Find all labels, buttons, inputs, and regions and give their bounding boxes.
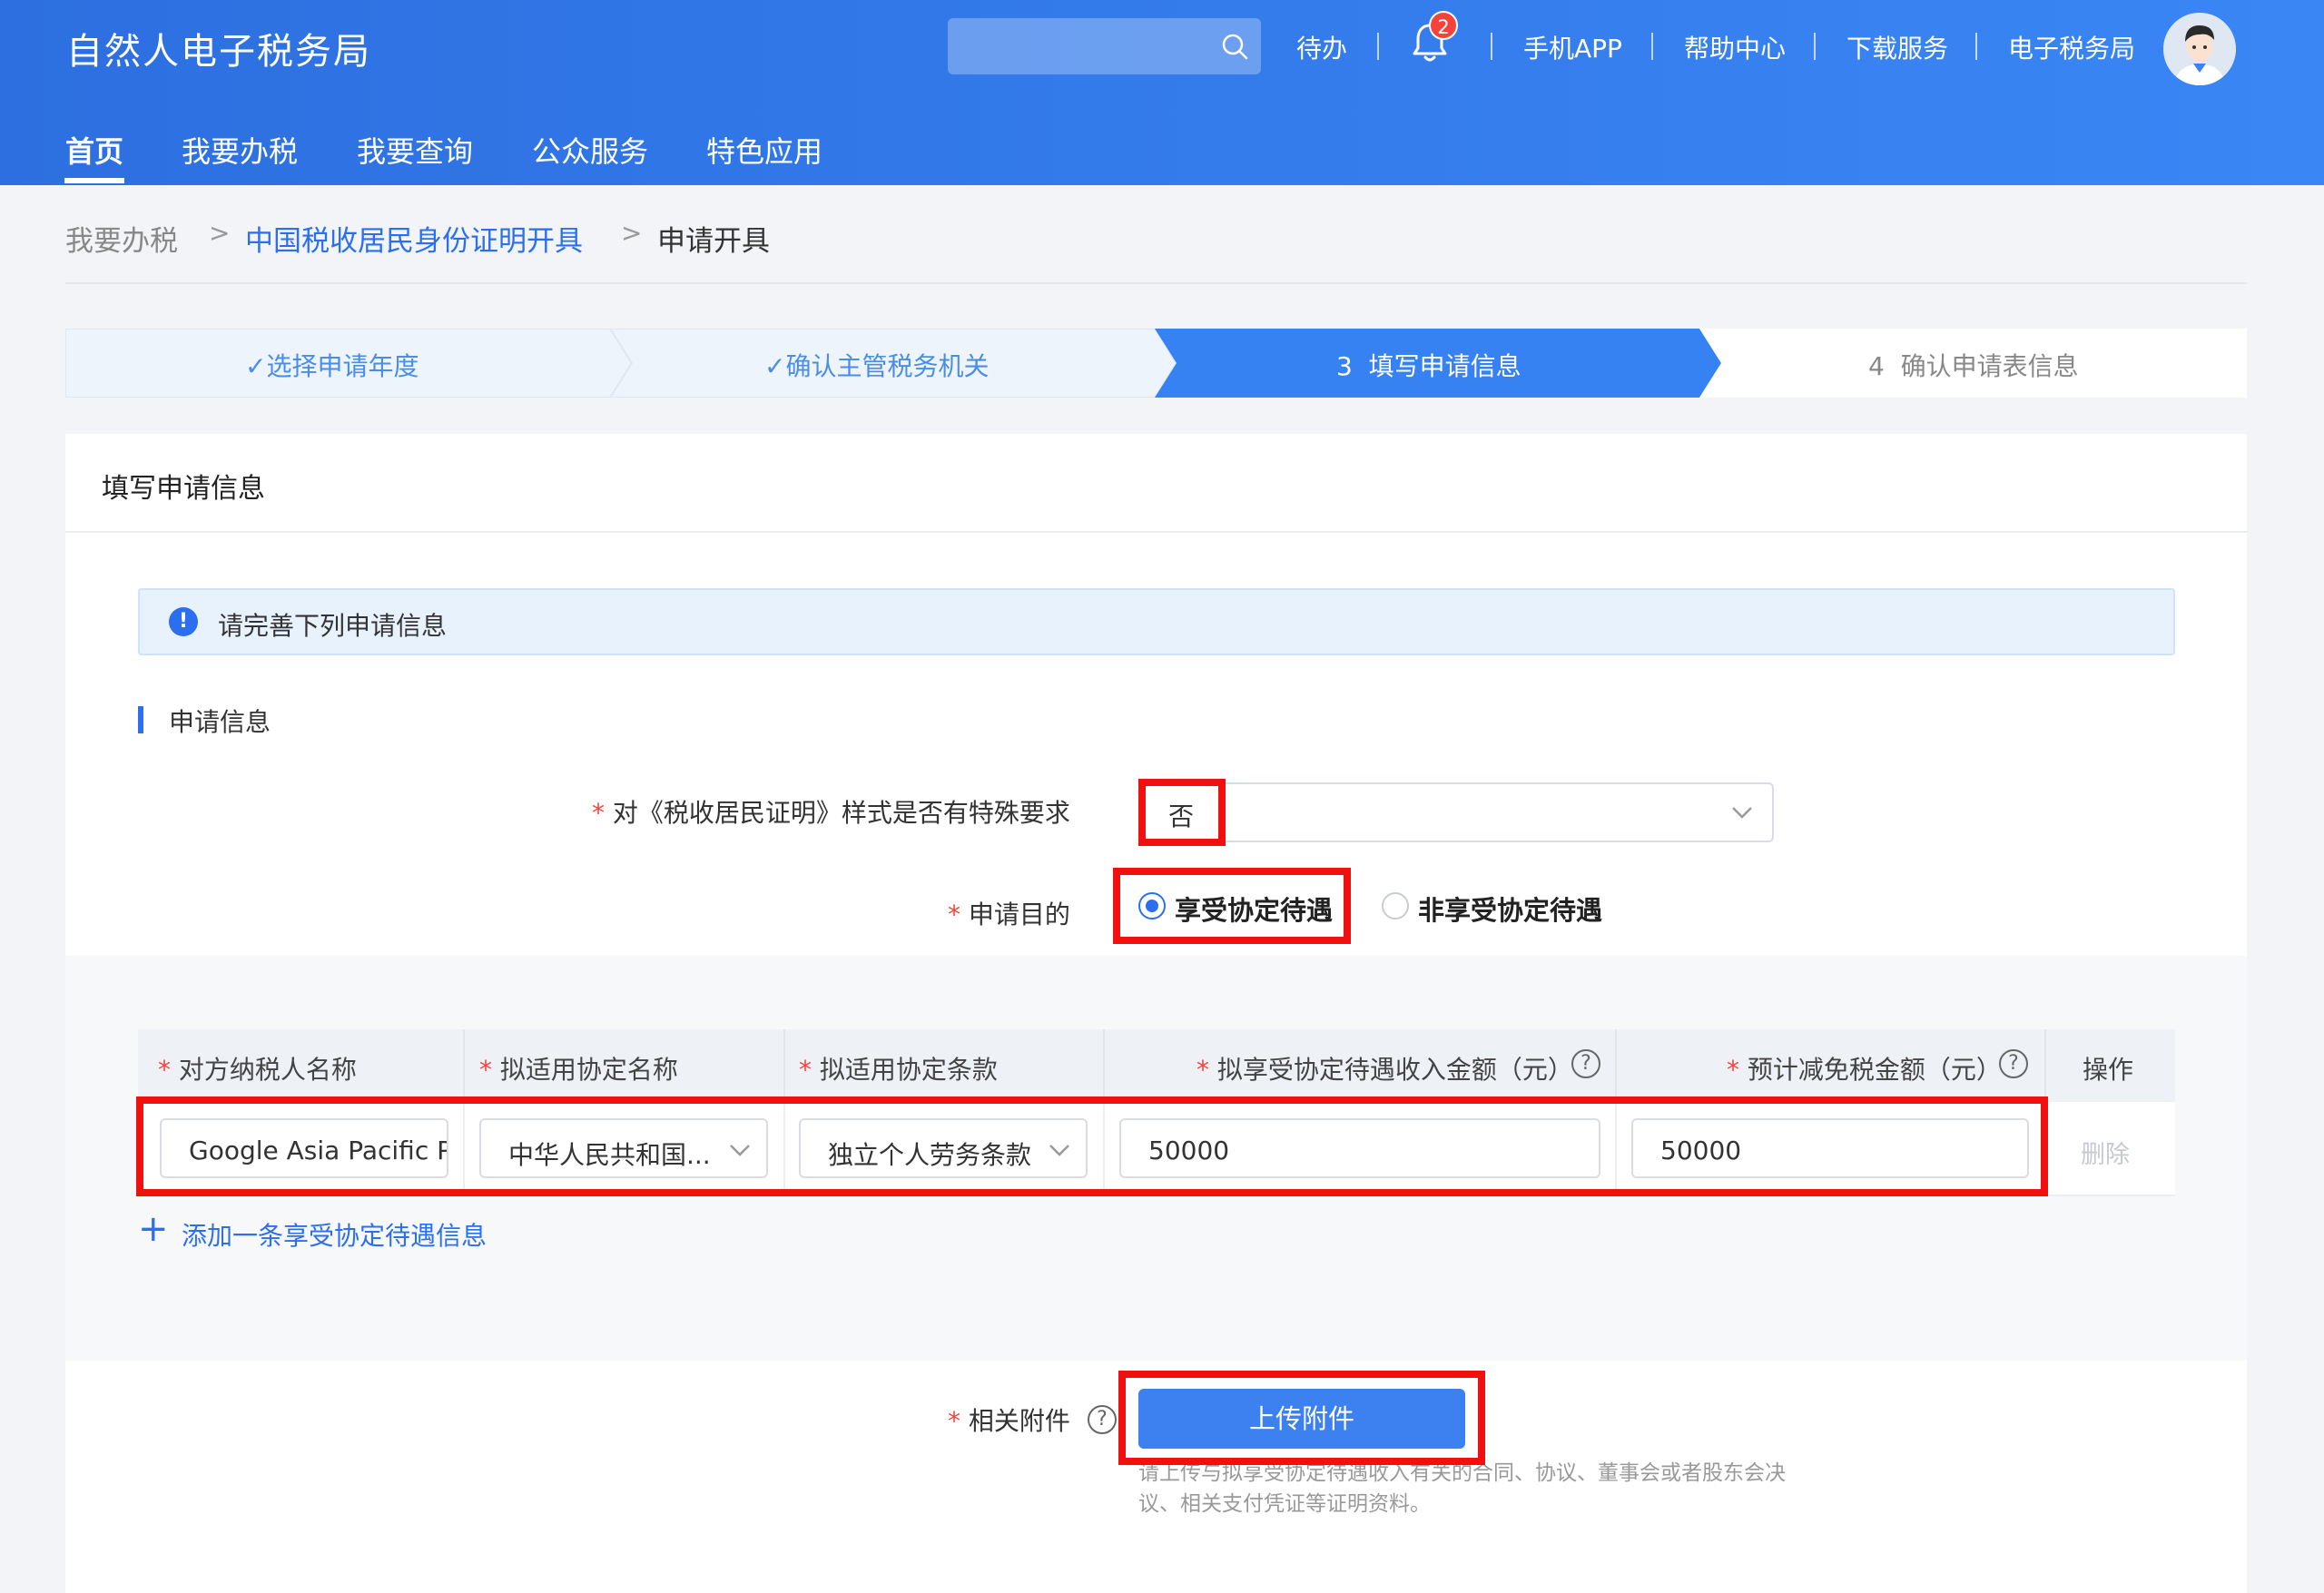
nav-todo[interactable]: 待办 [1296, 29, 1347, 65]
info-icon: ! [169, 607, 198, 636]
purpose-radio-non-treaty[interactable] [1382, 892, 1409, 919]
highlight-box [1118, 1371, 1485, 1465]
avatar[interactable] [2163, 13, 2236, 85]
active-nav-indicator [64, 178, 124, 183]
column-header-treaty: * 拟适用协定名称 [479, 1055, 678, 1085]
step-3: 3 填写申请信息 [1336, 351, 1521, 381]
column-divider [463, 1029, 465, 1102]
column-header-clause: * 拟适用协定条款 [799, 1055, 998, 1085]
main-nav-public-service[interactable]: 公众服务 [532, 129, 648, 171]
divider [65, 531, 2247, 533]
nav-help-center[interactable]: 帮助中心 [1684, 29, 1786, 65]
nav-download[interactable]: 下载服务 [1846, 29, 1948, 65]
column-header-counterparty: * 对方纳税人名称 [158, 1055, 357, 1085]
column-divider [2044, 1029, 2046, 1102]
step-2: ✓确认主管税务机关 [764, 351, 990, 381]
alert-text: 请完善下列申请信息 [218, 611, 448, 641]
progress-steps: ✓选择申请年度 ✓确认主管税务机关 3 填写申请信息 4 确认申请表信息 [65, 329, 2247, 398]
column-header-reduction: * 预计减免税金额（元） [1727, 1055, 2002, 1085]
step-1: ✓选择申请年度 [245, 351, 419, 381]
breadcrumb-separator: > [621, 218, 643, 248]
main-nav-home[interactable]: 首页 [65, 129, 123, 171]
delete-row-button[interactable]: 删除 [2081, 1135, 2130, 1170]
step-4: 4 确认申请表信息 [1868, 351, 2079, 381]
main-nav-special-apps[interactable]: 特色应用 [706, 129, 822, 171]
main-nav-query[interactable]: 我要查询 [357, 129, 473, 171]
nav-e-tax-bureau[interactable]: 电子税务局 [2008, 29, 2135, 65]
notification-badge: 2 [1429, 11, 1458, 40]
column-header-income: * 拟享受协定待遇收入金额（元） [1196, 1055, 1573, 1085]
divider [1377, 33, 1379, 60]
check-icon: ✓ [245, 351, 267, 381]
breadcrumb-tax-service[interactable]: 我要办税 [65, 218, 178, 259]
check-icon: ✓ [764, 351, 786, 381]
add-treaty-row-link[interactable]: 添加一条享受协定待遇信息 [182, 1216, 487, 1253]
help-icon[interactable]: ? [1571, 1049, 1600, 1078]
highlight-box [136, 1096, 2048, 1196]
column-divider [1615, 1029, 1617, 1102]
divider [1975, 33, 1977, 60]
purpose-option-non-treaty[interactable]: 非享受协定待遇 [1418, 890, 1602, 928]
main-nav-tax-service[interactable]: 我要办税 [182, 129, 298, 171]
special-requirement-select[interactable] [1138, 782, 1774, 842]
search-icon[interactable] [1219, 31, 1250, 62]
user-avatar-icon [2163, 13, 2236, 85]
section-title: 申请信息 [169, 707, 271, 737]
breadcrumb-current: 申请开具 [657, 225, 770, 258]
brand-title[interactable]: 自然人电子税务局 [66, 22, 371, 74]
chevron-down-icon[interactable] [1728, 799, 1756, 826]
purpose-label: * 申请目的 [948, 900, 1070, 929]
divider [1491, 33, 1492, 60]
help-icon[interactable]: ? [1999, 1049, 2028, 1078]
card-title: 填写申请信息 [102, 473, 265, 505]
divider [1651, 33, 1653, 60]
special-requirement-label: * 对《税收居民证明》样式是否有特殊要求 [592, 798, 1070, 828]
divider [1814, 33, 1816, 60]
column-divider [1103, 1029, 1105, 1102]
attachment-label: * 相关附件 [948, 1406, 1070, 1436]
nav-mobile-app[interactable]: 手机APP [1523, 29, 1622, 65]
breadcrumb-separator: > [209, 218, 231, 248]
divider [65, 282, 2247, 284]
search-input[interactable] [948, 18, 1261, 74]
upload-hint: 请上传与拟享受协定待遇收入有关的合同、协议、董事会或者股东会决议、相关支付凭证等… [1138, 1461, 1786, 1516]
section-marker [138, 706, 143, 733]
plus-icon[interactable]: + [138, 1211, 169, 1247]
breadcrumb-residency-certificate[interactable]: 中国税收居民身份证明开具 [245, 218, 583, 259]
highlight-box [1138, 779, 1226, 846]
column-divider [783, 1029, 785, 1102]
help-icon[interactable]: ? [1088, 1405, 1117, 1434]
highlight-box [1113, 868, 1351, 944]
column-header-action: 操作 [2083, 1055, 2134, 1085]
